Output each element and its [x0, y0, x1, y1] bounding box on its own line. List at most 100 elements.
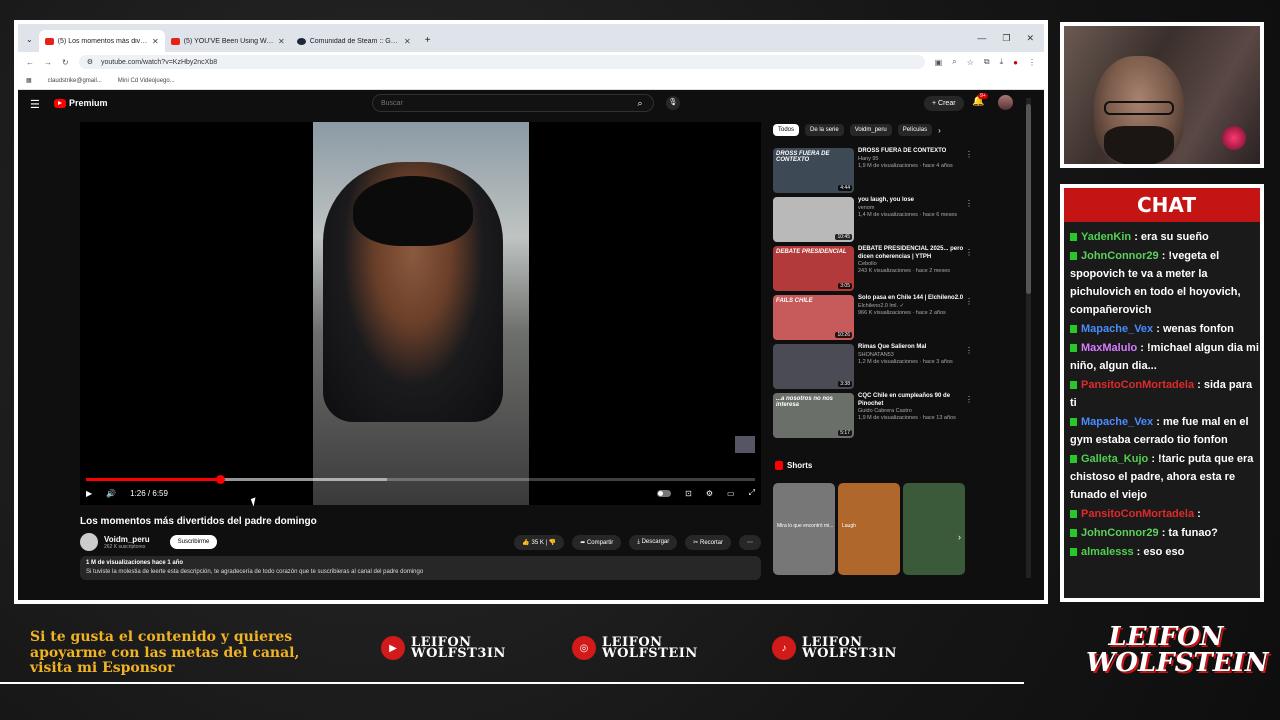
chat-username[interactable]: Galleta_Kujo: [1081, 453, 1148, 465]
tab-steam[interactable]: Comunidad de Steam :: Guía :: ✕: [291, 30, 417, 52]
recommendation-item[interactable]: DROSS FUERA DE CONTEXTO 4:44 DROSS FUERA D…: [773, 148, 973, 197]
chat-username[interactable]: MaxMalulo: [1081, 342, 1137, 354]
minimize-icon[interactable]: —: [977, 33, 986, 44]
autoplay-toggle[interactable]: [657, 489, 672, 497]
chat-username[interactable]: PansitoConMortadela: [1081, 508, 1194, 520]
short-item[interactable]: [903, 483, 965, 575]
recommendation-thumbnail[interactable]: FAILS CHILE 10:26: [773, 295, 854, 340]
more-options-icon[interactable]: ⋮: [965, 297, 973, 306]
recommendation-title[interactable]: Solo pasa en Chile 144 | Elchileno2.0: [858, 295, 973, 303]
channel-avatar[interactable]: [80, 533, 98, 551]
bookmark-item[interactable]: Mini Cd Videojuego...: [118, 78, 175, 84]
account-avatar[interactable]: [998, 95, 1013, 110]
recommendation-thumbnail[interactable]: ...a nosotros no nos interesa 5:17: [773, 393, 854, 438]
recommendation-channel[interactable]: venom: [858, 205, 973, 212]
miniplayer-icon[interactable]: ▭: [727, 489, 735, 498]
description-box[interactable]: 1 M de visualizaciones hace 1 año Si tuv…: [80, 556, 761, 580]
url-field[interactable]: ⚙ youtube.com/watch?v=KzHby2ncXb8: [78, 55, 925, 69]
recommendation-title[interactable]: DEBATE PRESIDENCIAL 2025... pero dicen c…: [858, 246, 973, 261]
recommendation-item[interactable]: FAILS CHILE 10:26 Solo pasa en Chile 144 |…: [773, 295, 973, 344]
recommendation-item[interactable]: DEBATE PRESIDENCIAL 3:05 DEBATE PRESIDENCI…: [773, 246, 973, 295]
chip-series[interactable]: De la serie: [805, 124, 844, 136]
recommendation-title[interactable]: DROSS FUERA DE CONTEXTO: [858, 148, 973, 156]
bookmark-item[interactable]: claudstrike@gmail...: [48, 78, 102, 84]
chip-movies[interactable]: Películas: [897, 124, 933, 136]
channel-name[interactable]: Voidm_peru: [104, 535, 150, 544]
channel-watermark[interactable]: [735, 436, 755, 453]
close-icon[interactable]: ✕: [404, 37, 411, 46]
extensions-icon[interactable]: ⧉: [984, 57, 990, 67]
recommendation-title[interactable]: you laugh, you lose: [858, 197, 973, 205]
more-options-icon[interactable]: ⋮: [965, 346, 973, 355]
microphone-icon[interactable]: 🎙: [666, 96, 680, 110]
chat-username[interactable]: YadenKin: [1081, 231, 1131, 243]
more-actions-icon[interactable]: ⋯: [739, 534, 761, 550]
chat-username[interactable]: almalesss: [1081, 546, 1134, 558]
more-options-icon[interactable]: ⋮: [965, 150, 973, 159]
like-button[interactable]: 👍 35 K | 👎: [514, 534, 565, 550]
chevron-right-icon[interactable]: ›: [938, 126, 941, 135]
chat-username[interactable]: JohnConnor29: [1081, 527, 1159, 539]
short-item[interactable]: Mira lo que encontró mi...: [773, 483, 835, 575]
recommendation-title[interactable]: Rimas Que Salieron Mal: [858, 344, 973, 352]
more-options-icon[interactable]: ⋮: [965, 199, 973, 208]
recommendation-thumbnail[interactable]: 10:45: [773, 197, 854, 242]
shorts-next-icon[interactable]: ›: [958, 532, 961, 542]
new-tab-icon[interactable]: +: [417, 35, 439, 52]
forward-icon[interactable]: →: [44, 58, 52, 67]
chat-username[interactable]: Mapache_Vex: [1081, 323, 1153, 335]
back-icon[interactable]: ←: [26, 58, 34, 67]
subtitles-icon[interactable]: ⊡: [685, 489, 692, 498]
settings-gear-icon[interactable]: ⚙: [706, 489, 713, 498]
zoom-icon[interactable]: ⌕: [952, 57, 956, 67]
restore-icon[interactable]: ❐: [1002, 33, 1010, 44]
tab-search-icon[interactable]: ⌄: [24, 35, 39, 52]
page-scrollbar[interactable]: [1026, 98, 1031, 578]
volume-icon[interactable]: 🔊: [106, 489, 116, 498]
recommendation-channel[interactable]: Elchileno2.0 lml. ✓: [858, 303, 973, 310]
recommendation-channel[interactable]: Guido Cabrera Castro: [858, 408, 973, 415]
recommendation-title[interactable]: CQC Chile en cumpleaños 90 de Pinochet: [858, 393, 973, 408]
video-player[interactable]: ▶ 🔊 1:26 / 6:59 ⊡ ⚙ ▭ ⤢: [80, 122, 761, 505]
create-button[interactable]: + Crear: [924, 96, 964, 111]
scrubber-handle[interactable]: [215, 475, 225, 484]
chip-all[interactable]: Todos: [773, 124, 800, 136]
bookmark-star-icon[interactable]: ☆: [967, 58, 974, 67]
more-options-icon[interactable]: ⋮: [965, 395, 973, 404]
recommendation-item[interactable]: ...a nosotros no nos interesa 5:17 CQC Chi…: [773, 393, 973, 442]
reload-icon[interactable]: ↻: [62, 58, 69, 67]
clip-button[interactable]: ✂ Recortar: [685, 534, 731, 550]
recommendation-channel[interactable]: Hany 95: [858, 156, 973, 163]
browser-menu-icon[interactable]: ⋮: [1028, 58, 1036, 67]
recommendation-item[interactable]: 10:45 you laugh, you lose venom 1,4 M de vi…: [773, 197, 973, 246]
close-icon[interactable]: ✕: [278, 37, 285, 46]
recommendation-thumbnail[interactable]: DEBATE PRESIDENCIAL 3:05: [773, 246, 854, 291]
search-icon[interactable]: ⌕: [627, 98, 653, 109]
cast-icon[interactable]: ▣: [935, 58, 943, 67]
hamburger-menu-icon[interactable]: ☰: [30, 98, 40, 111]
download-icon[interactable]: ⤓: [1000, 57, 1004, 67]
recommendation-thumbnail[interactable]: 3:38: [773, 344, 854, 389]
scrollbar-thumb[interactable]: [1026, 104, 1031, 294]
profile-icon[interactable]: ●: [1013, 58, 1018, 67]
play-icon[interactable]: ▶: [86, 489, 92, 498]
tab-youtube-2[interactable]: (5) YOU'VE Been Using Waylay ✕: [165, 30, 291, 52]
chat-username[interactable]: PansitoConMortadela: [1081, 379, 1194, 391]
tab-youtube-active[interactable]: (5) Los momentos más divertidos ✕: [38, 30, 165, 52]
chat-username[interactable]: Mapache_Vex: [1081, 416, 1153, 428]
more-options-icon[interactable]: ⋮: [965, 248, 973, 257]
close-window-icon[interactable]: ✕: [1026, 33, 1034, 44]
short-item[interactable]: Laugh: [838, 483, 900, 575]
share-button[interactable]: ➦ Compartir: [572, 534, 622, 550]
recommendation-item[interactable]: 3:38 Rimas Que Salieron Mal SHONATAN53 1,2 …: [773, 344, 973, 393]
recommendation-thumbnail[interactable]: DROSS FUERA DE CONTEXTO 4:44: [773, 148, 854, 193]
download-button[interactable]: ⤓ Descargar: [629, 534, 678, 550]
apps-icon[interactable]: ▦: [26, 77, 32, 84]
close-icon[interactable]: ✕: [152, 37, 159, 46]
recommendation-channel[interactable]: SHONATAN53: [858, 352, 973, 359]
site-info-icon[interactable]: ⚙: [87, 58, 93, 66]
chip-channel[interactable]: Voidm_peru: [849, 124, 892, 136]
search-input[interactable]: [381, 99, 627, 107]
chat-username[interactable]: JohnConnor29: [1081, 250, 1159, 262]
recommendation-channel[interactable]: Cebollo: [858, 261, 973, 268]
